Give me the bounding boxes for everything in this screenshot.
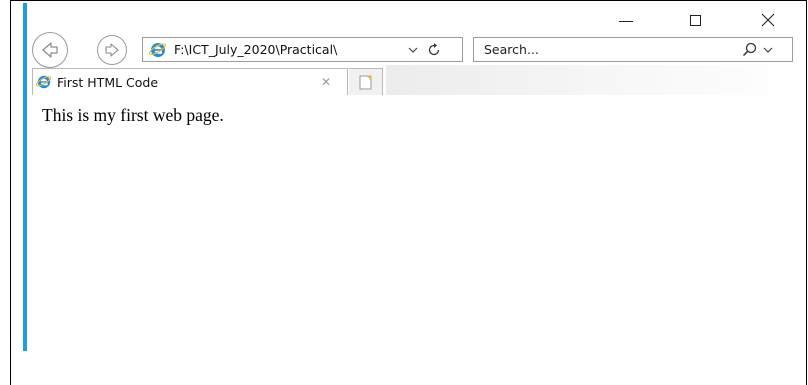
minimize-icon [619, 20, 633, 22]
tab-strip: First HTML Code ✕ [27, 65, 807, 95]
ie-logo-icon [36, 74, 52, 90]
frame-left [10, 0, 11, 385]
forward-button[interactable] [97, 35, 127, 65]
ie-logo-icon [149, 41, 167, 59]
close-icon [761, 13, 775, 27]
new-tab-button[interactable] [349, 68, 383, 95]
refresh-icon[interactable] [427, 42, 441, 57]
frame-right [806, 0, 807, 385]
frame-top [10, 0, 807, 1]
search-box[interactable]: Search... [473, 37, 793, 62]
chevron-down-icon[interactable] [763, 47, 773, 53]
tab-first-html-code[interactable]: First HTML Code ✕ [32, 68, 348, 95]
tab-title: First HTML Code [57, 74, 159, 90]
maximize-button[interactable] [672, 6, 718, 34]
close-button[interactable] [745, 6, 791, 34]
chevron-down-icon[interactable] [408, 47, 418, 53]
minimize-button[interactable] [603, 6, 649, 34]
magnifier-icon[interactable] [742, 42, 757, 57]
search-input[interactable]: Search... [484, 42, 734, 57]
new-tab-icon [359, 74, 373, 90]
arrow-left-icon [42, 42, 58, 58]
address-bar[interactable]: F:\ICT_July_2020\Practical\ [142, 37, 463, 62]
screen: F:\ICT_July_2020\Practical\ Search... Fi… [0, 0, 808, 385]
tab-close-button[interactable]: ✕ [321, 76, 331, 88]
page-content: This is my first web page. [27, 95, 806, 351]
tab-strip-background [386, 65, 806, 95]
maximize-icon [689, 14, 701, 26]
arrow-right-icon [105, 43, 119, 57]
page-body-text: This is my first web page. [42, 105, 224, 125]
address-url[interactable]: F:\ICT_July_2020\Practical\ [174, 42, 402, 57]
back-button[interactable] [32, 32, 68, 68]
